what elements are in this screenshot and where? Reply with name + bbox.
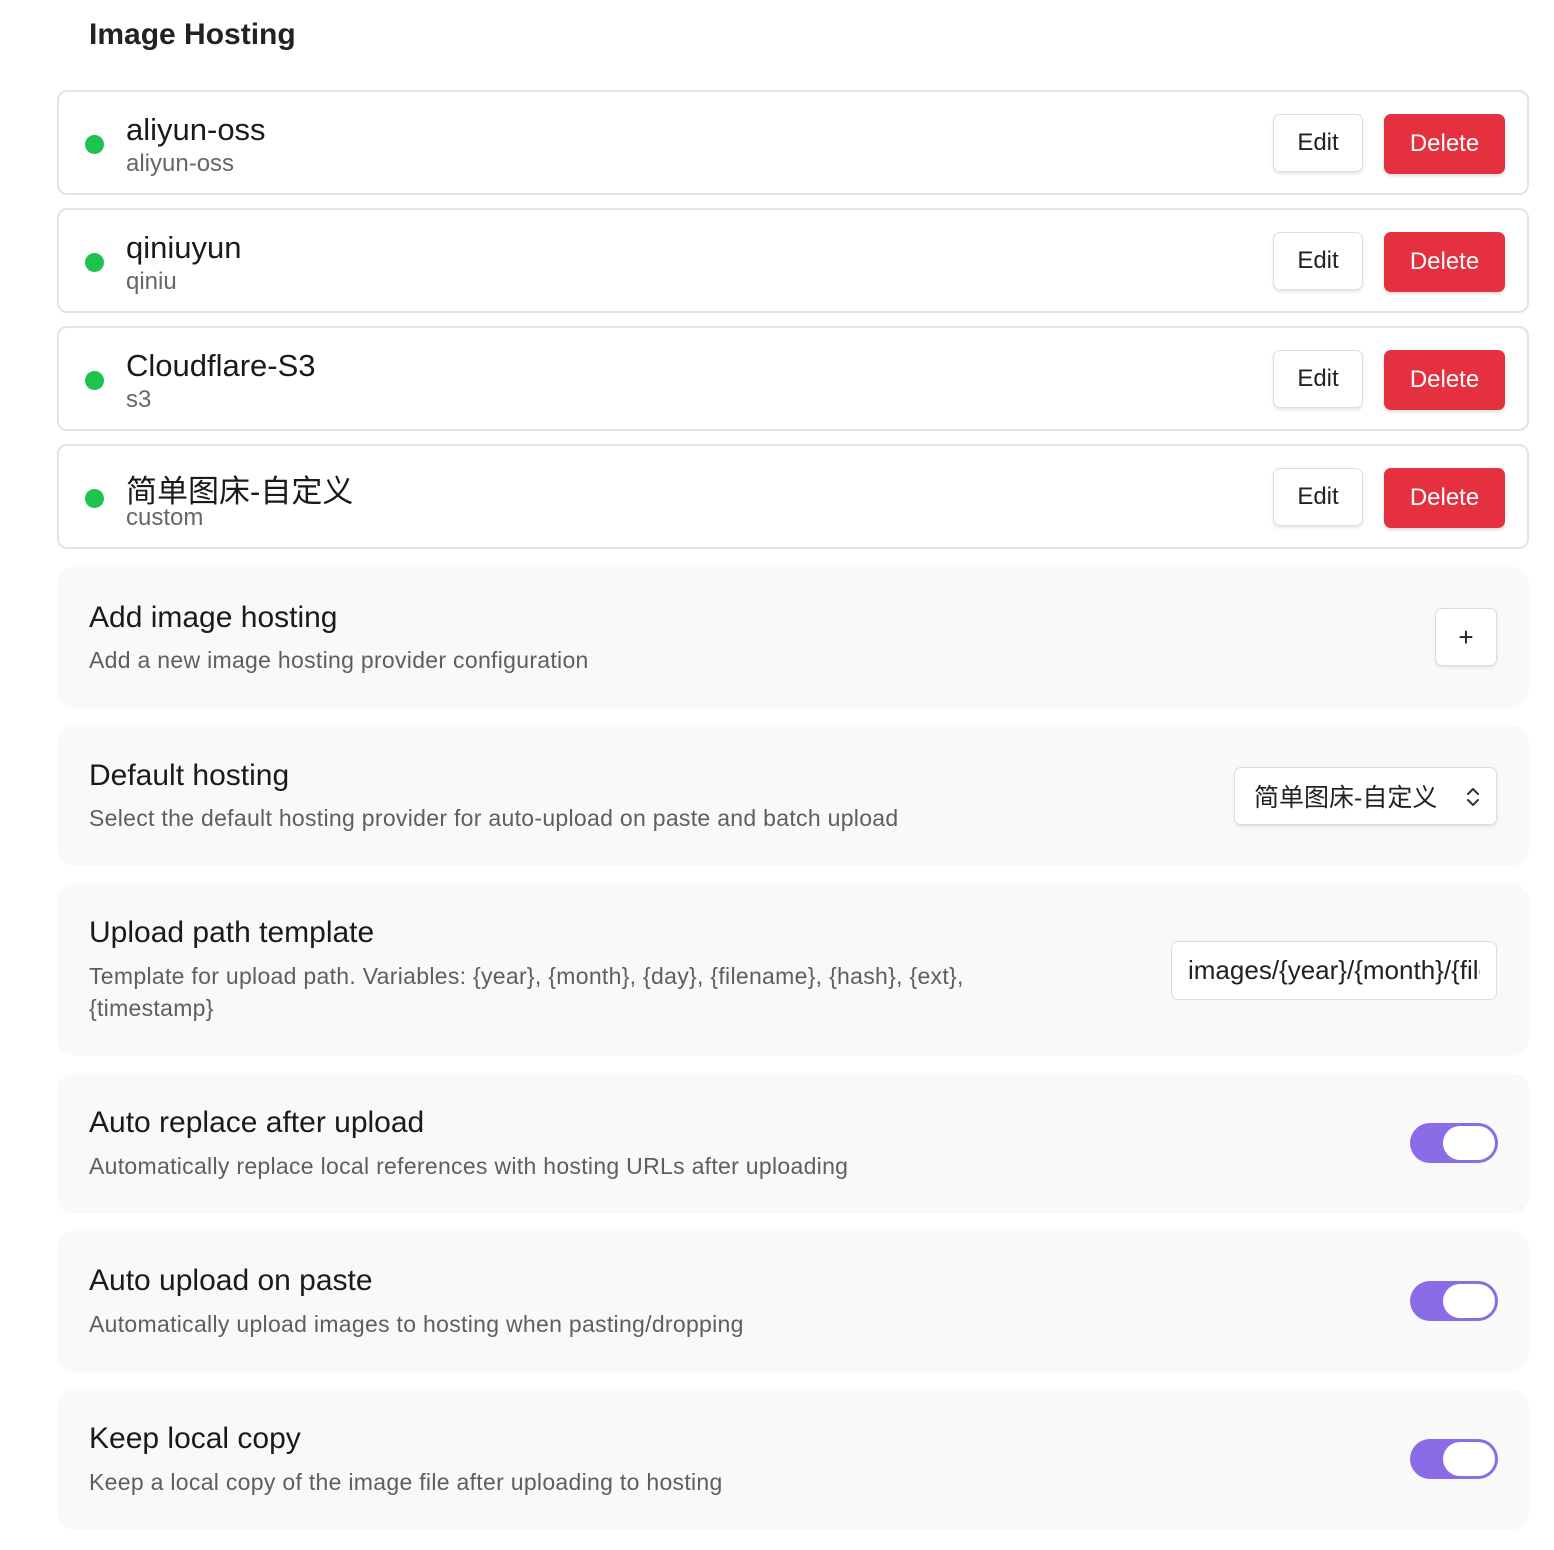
plus-icon: + bbox=[1458, 621, 1474, 652]
setting-keep-local: Keep local copy Keep a local copy of the… bbox=[57, 1389, 1529, 1530]
hosting-item-cloudflare-s3: Cloudflare-S3 s3 Edit Delete bbox=[57, 326, 1529, 431]
edit-button[interactable]: Edit bbox=[1273, 114, 1363, 172]
select-value: 简单图床-自定义 bbox=[1254, 784, 1438, 812]
default-hosting-select[interactable]: 简单图床-自定义 bbox=[1234, 767, 1497, 825]
add-hosting-button[interactable]: + bbox=[1435, 608, 1497, 666]
setting-description: Automatically replace local references w… bbox=[89, 1153, 849, 1179]
auto-upload-toggle[interactable] bbox=[1410, 1281, 1498, 1321]
delete-button[interactable]: Delete bbox=[1384, 114, 1505, 174]
hosting-type: aliyun-oss bbox=[126, 150, 235, 177]
upload-path-input[interactable] bbox=[1171, 941, 1497, 1000]
setting-title: Keep local copy bbox=[89, 1422, 301, 1455]
setting-default-hosting: Default hosting Select the default hosti… bbox=[57, 725, 1529, 866]
toggle-knob bbox=[1443, 1284, 1495, 1318]
setting-title: Add image hosting bbox=[89, 601, 338, 634]
status-dot-icon bbox=[85, 489, 104, 508]
hosting-list: aliyun-oss aliyun-oss Edit Delete qiniuy… bbox=[57, 90, 1529, 562]
hosting-name: qiniuyun bbox=[126, 230, 242, 265]
status-dot-icon bbox=[85, 371, 104, 390]
setting-description: Select the default hosting provider for … bbox=[89, 805, 899, 831]
delete-button[interactable]: Delete bbox=[1384, 350, 1505, 410]
status-dot-icon bbox=[85, 135, 104, 154]
setting-add-hosting: Add image hosting Add a new image hostin… bbox=[57, 567, 1529, 708]
setting-description: Template for upload path. Variables: {ye… bbox=[89, 963, 964, 1021]
toggle-knob bbox=[1443, 1126, 1495, 1160]
hosting-item-qiniuyun: qiniuyun qiniu Edit Delete bbox=[57, 208, 1529, 313]
auto-replace-toggle[interactable] bbox=[1410, 1123, 1498, 1163]
setting-auto-replace: Auto replace after upload Automatically … bbox=[57, 1073, 1529, 1214]
delete-button[interactable]: Delete bbox=[1384, 468, 1505, 528]
setting-description: Add a new image hosting provider configu… bbox=[89, 647, 589, 673]
delete-button[interactable]: Delete bbox=[1384, 232, 1505, 292]
hosting-type: custom bbox=[126, 504, 204, 531]
edit-button[interactable]: Edit bbox=[1273, 468, 1363, 526]
hosting-name: Cloudflare-S3 bbox=[126, 348, 316, 383]
hosting-item-aliyun-oss: aliyun-oss aliyun-oss Edit Delete bbox=[57, 90, 1529, 195]
hosting-name: aliyun-oss bbox=[126, 112, 266, 147]
setting-auto-upload: Auto upload on paste Automatically uploa… bbox=[57, 1231, 1529, 1372]
hosting-type: qiniu bbox=[126, 268, 177, 295]
toggle-knob bbox=[1443, 1442, 1495, 1476]
hosting-type: s3 bbox=[126, 386, 152, 413]
edit-button[interactable]: Edit bbox=[1273, 232, 1363, 290]
setting-title: Upload path template bbox=[89, 916, 375, 949]
edit-button[interactable]: Edit bbox=[1273, 350, 1363, 408]
setting-title: Default hosting bbox=[89, 759, 290, 792]
status-dot-icon bbox=[85, 253, 104, 272]
setting-description: Automatically upload images to hosting w… bbox=[89, 1311, 744, 1337]
section-title: Image Hosting bbox=[89, 18, 296, 51]
hosting-item-custom: 简单图床-自定义 custom Edit Delete bbox=[57, 444, 1529, 549]
setting-upload-path: Upload path template Template for upload… bbox=[57, 883, 1529, 1056]
setting-description: Keep a local copy of the image file afte… bbox=[89, 1469, 723, 1495]
setting-title: Auto upload on paste bbox=[89, 1264, 373, 1297]
keep-local-toggle[interactable] bbox=[1410, 1439, 1498, 1479]
setting-title: Auto replace after upload bbox=[89, 1106, 425, 1139]
chevron-up-down-icon bbox=[1467, 788, 1479, 806]
